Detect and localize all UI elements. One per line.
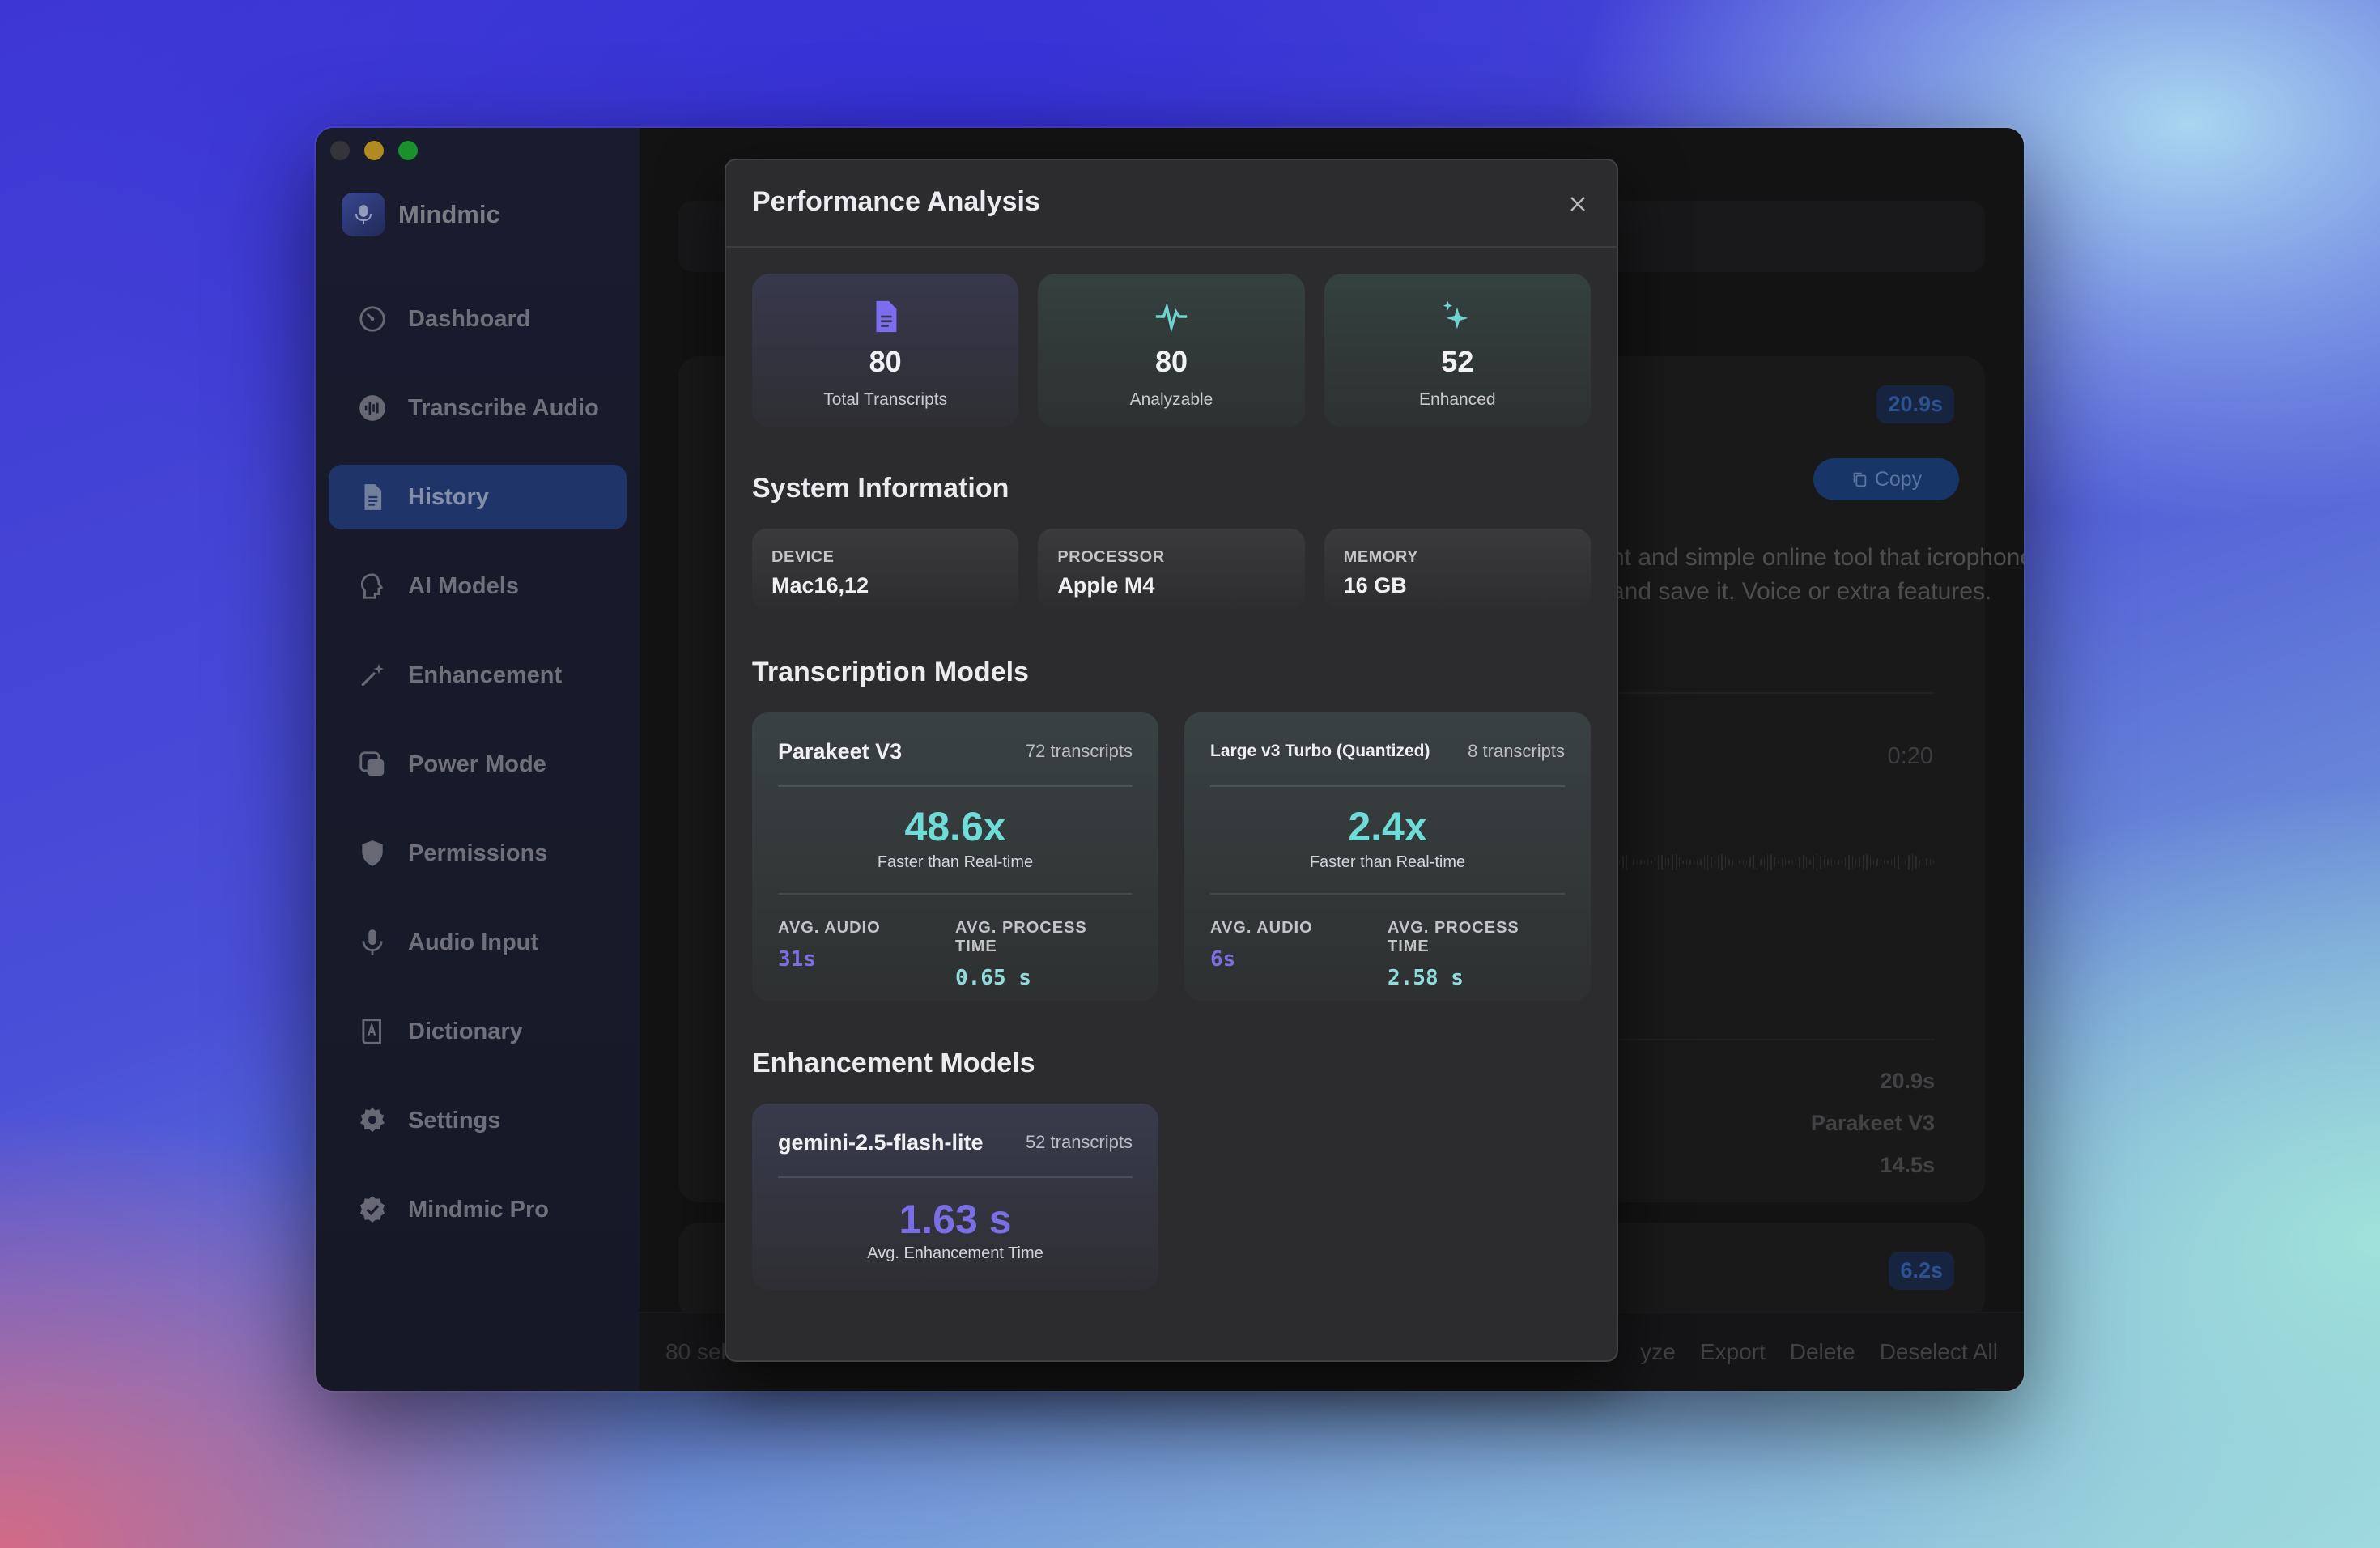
system-label: DEVICE [771,548,835,566]
system-card-device: DEVICE Mac16,12 [752,529,1019,610]
stat-analyzable: 80 Analyzable [1038,274,1305,427]
system-information: DEVICE Mac16,12 PROCESSOR Apple M4 MEMOR… [752,529,1591,610]
dialog-header: Performance Analysis [726,160,1617,248]
model-name: Large v3 Turbo (Quantized) [1210,742,1430,760]
avg-enhancement-time-value: 1.63 s [899,1197,1012,1242]
stat-value: 52 [1441,345,1474,378]
summary-stats: 80 Total Transcripts 80 Analyzable 52 En… [752,274,1591,427]
avg-enhancement-time-label: Avg. Enhancement Time [867,1244,1043,1262]
model-name: Parakeet V3 [778,738,903,763]
avg-audio-value: 6s [1210,947,1236,972]
system-value: Mac16,12 [771,573,869,598]
transcription-models-title: Transcription Models [752,657,1029,687]
system-card-processor: PROCESSOR Apple M4 [1038,529,1305,610]
divider [778,1176,1133,1178]
model-name: gemini-2.5-flash-lite [778,1129,984,1155]
model-transcript-count: 52 transcripts [1025,1132,1133,1152]
stat-label: Analyzable [1129,390,1213,409]
transcription-models: Parakeet V3 72 transcripts 48.6x Faster … [752,712,1591,1001]
dialog-title: Performance Analysis [752,186,1040,217]
close-button[interactable] [1562,188,1594,220]
avg-process-time: AVG. PROCESS TIME 0.65 s [955,919,1133,990]
system-information-title: System Information [752,473,1009,504]
system-value: Apple M4 [1057,573,1155,598]
model-card-large-v3-turbo: Large v3 Turbo (Quantized) 8 transcripts… [1184,712,1591,1001]
model-speed-label: Faster than Real-time [877,853,1034,871]
avg-audio: AVG. AUDIO 31s [778,919,955,990]
model-speed-label: Faster than Real-time [1309,853,1466,871]
divider [1210,785,1565,787]
system-card-memory: MEMORY 16 GB [1324,529,1591,610]
avg-audio-value: 31s [778,947,816,972]
pulse-icon [1155,302,1188,334]
document-icon [876,300,897,333]
close-icon [1570,197,1585,211]
system-value: 16 GB [1343,573,1407,598]
model-card-parakeet-v3: Parakeet V3 72 transcripts 48.6x Faster … [752,712,1158,1001]
avg-audio: AVG. AUDIO 6s [1210,919,1388,990]
model-stats: AVG. AUDIO 6s AVG. PROCESS TIME 2.58 s [1210,919,1565,990]
model-header: gemini-2.5-flash-lite 52 transcripts [778,1128,1133,1157]
enhancement-model-card: gemini-2.5-flash-lite 52 transcripts 1.6… [752,1104,1158,1290]
avg-process-time: AVG. PROCESS TIME 2.58 s [1388,919,1565,990]
stat-value: 80 [869,345,902,378]
stat-enhanced: 52 Enhanced [1324,274,1591,427]
stat-total-transcripts: 80 Total Transcripts [752,274,1019,427]
avg-process-time-value: 0.65 s [955,966,1031,990]
sparkles-icon [1443,300,1468,330]
model-speed: 2.4x [1348,804,1427,849]
system-label: PROCESSOR [1057,548,1165,566]
system-label: MEMORY [1343,548,1418,566]
divider [778,785,1133,787]
model-header: Parakeet V3 72 transcripts [778,737,1133,766]
model-transcript-count: 8 transcripts [1468,741,1565,761]
avg-process-time-label: AVG. PROCESS TIME [955,919,1087,955]
performance-analysis-dialog: Performance Analysis 80 Total Transcript… [725,159,1618,1362]
stat-label: Total Transcripts [823,390,948,409]
model-header: Large v3 Turbo (Quantized) 8 transcripts [1210,737,1565,766]
avg-process-time-label: AVG. PROCESS TIME [1388,919,1519,955]
avg-process-time-value: 2.58 s [1388,966,1464,990]
divider [778,893,1133,895]
enhancement-models-title: Enhancement Models [752,1048,1035,1078]
model-speed: 48.6x [904,804,1006,849]
avg-audio-label: AVG. AUDIO [1210,919,1313,937]
avg-audio-label: AVG. AUDIO [778,919,881,937]
dialog-body: 80 Total Transcripts 80 Analyzable 52 En… [752,274,1591,1290]
stat-value: 80 [1154,345,1188,378]
divider [1210,893,1565,895]
model-stats: AVG. AUDIO 31s AVG. PROCESS TIME 0.65 s [778,919,1133,990]
model-transcript-count: 72 transcripts [1025,741,1133,761]
stat-label: Enhanced [1419,390,1496,409]
